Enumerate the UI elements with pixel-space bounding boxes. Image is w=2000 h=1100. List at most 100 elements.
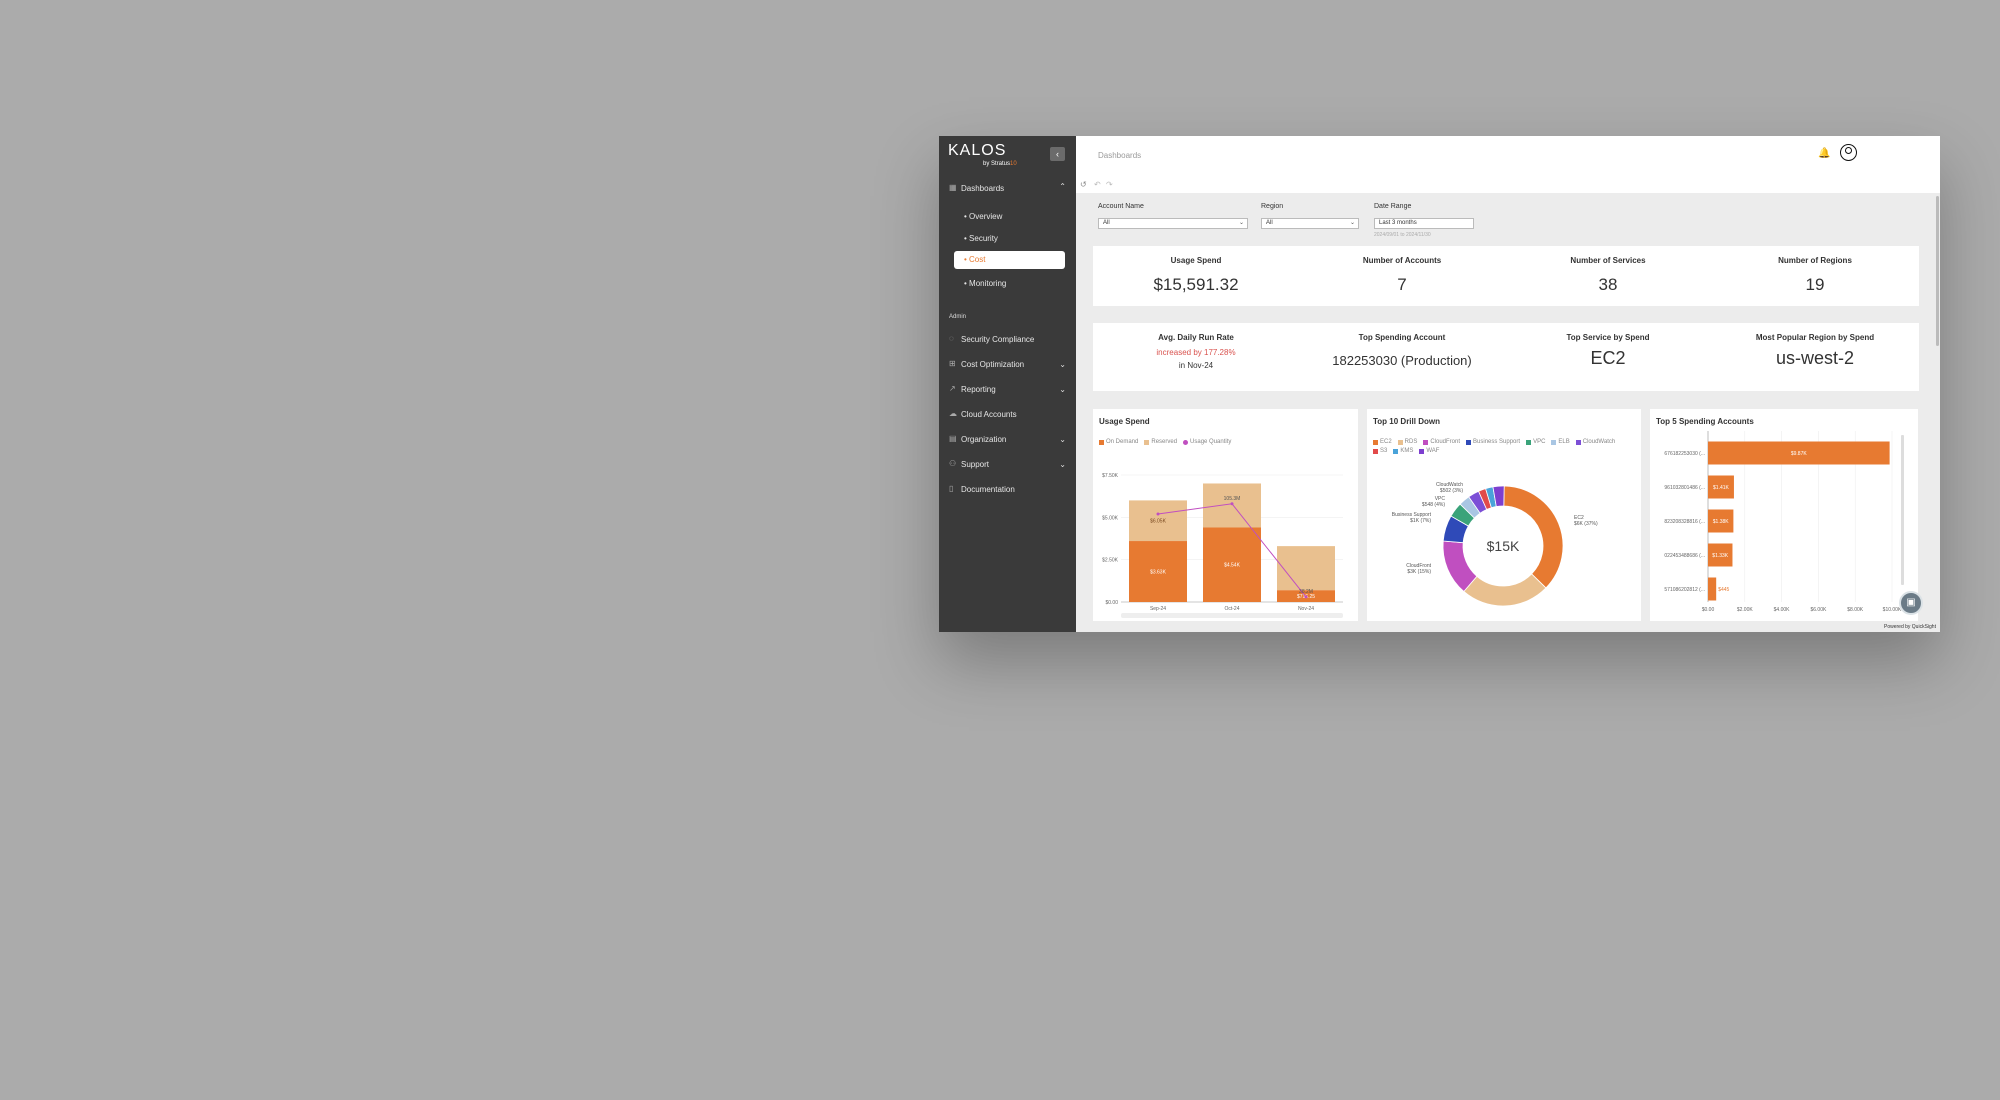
breadcrumb: Dashboards xyxy=(1098,151,1142,160)
shield-icon: ◌ xyxy=(949,334,954,343)
kpi-row-1: Usage Spend $15,591.32 Number of Account… xyxy=(1093,246,1919,306)
sidebar-subitem-cost[interactable]: • Cost xyxy=(954,251,1065,269)
y-tick-label: $2.50K xyxy=(1102,558,1119,564)
sidebar-item-cloud-accounts[interactable]: ☁ Cloud Accounts xyxy=(949,408,1017,420)
chevron-down-icon: ⌄ xyxy=(1238,220,1244,226)
line-data-label: 105.3M xyxy=(1224,496,1241,502)
chart-scrollbar xyxy=(1121,613,1343,618)
top-bar: Dashboards 🔔 xyxy=(1076,136,1940,193)
chevron-down-icon[interactable]: ⌄ xyxy=(1059,360,1066,369)
user-avatar-icon[interactable] xyxy=(1840,144,1857,161)
donut-center-label: $15K xyxy=(1487,538,1520,554)
chevron-down-icon[interactable]: ⌄ xyxy=(1059,435,1066,444)
x-tick-label: Sep-24 xyxy=(1150,606,1166,612)
usage-spend-chart: $0.00 $2.50K $5.00K $7.50K $3.63K $6.05K Sep-2… xyxy=(1102,473,1343,618)
x-tick-label: $4.00K xyxy=(1774,607,1791,613)
kpi-number-of-regions: Number of Regions 19 xyxy=(1778,256,1852,294)
bar-reserved xyxy=(1277,546,1335,591)
line-data-label: 38.2M xyxy=(1299,589,1313,595)
y-tick-label: $5.00K xyxy=(1102,515,1119,521)
kpi-top-service: Top Service by Spend EC2 xyxy=(1566,333,1650,368)
region-filter-select[interactable]: All ⌄ xyxy=(1261,218,1359,229)
bar-data-label: $445 xyxy=(1718,587,1729,593)
bar-data-label: $9.87K xyxy=(1791,451,1808,457)
page-scrollbar[interactable] xyxy=(1936,196,1939,346)
sidebar-item-organization[interactable]: ▤ Organization xyxy=(949,433,1006,445)
sidebar-item-security-compliance[interactable]: ◌ Security Compliance xyxy=(949,333,1034,345)
sidebar-item-support[interactable]: ⚇ Support xyxy=(949,458,989,470)
sidebar-subitem-security[interactable]: • Security xyxy=(964,234,998,243)
bar-data-label: $1.38K xyxy=(1713,519,1730,525)
admin-section-label: Admin xyxy=(949,314,967,320)
sidebar-item-reporting[interactable]: ↗ Reporting xyxy=(949,383,996,395)
drill-down-donut-chart: $15KEC2$6K (37%)CloudFront$3K (15%)Busin… xyxy=(1392,482,1598,607)
bar-data-label: $1.41K xyxy=(1713,485,1730,491)
chevron-down-icon[interactable]: ⌄ xyxy=(1059,460,1066,469)
callout-cloudwatch: $502 (3%) xyxy=(1440,488,1463,494)
cloud-icon: ☁ xyxy=(949,409,957,418)
y-tick-label: 676182253030 (... xyxy=(1664,451,1705,457)
run-rate-period: in Nov-24 xyxy=(1178,361,1214,370)
chat-icon[interactable]: ▣ xyxy=(1899,591,1923,615)
doc-icon: ▯ xyxy=(949,484,954,493)
chart-icon: ↗ xyxy=(949,384,956,393)
sidebar-collapse-button[interactable]: ‹ xyxy=(1050,147,1065,161)
tag-icon: ⊞ xyxy=(949,359,956,368)
account-filter-select[interactable]: All ⌄ xyxy=(1098,218,1248,229)
sidebar-subitem-overview[interactable]: • Overview xyxy=(964,212,1002,221)
callout-ec2: $6K (37%) xyxy=(1574,521,1598,527)
kpi-top-region: Most Popular Region by Spend us-west-2 xyxy=(1755,333,1875,368)
app-window: KALOS by Stratus10 ‹ ▦ Dashboards ⌃ • Ov… xyxy=(939,136,1940,632)
date-filter-label: Date Range xyxy=(1374,203,1412,210)
top-accounts-panel: Top 5 Spending Accounts $0.00 $2.00K $4.00… xyxy=(1650,409,1918,621)
bar-data-label: $6.05K xyxy=(1150,519,1167,525)
people-icon: ⚇ xyxy=(949,459,957,468)
usage-quantity-point xyxy=(1304,595,1308,599)
chevron-up-icon[interactable]: ⌃ xyxy=(1059,182,1066,191)
reset-icon[interactable]: ↺ xyxy=(1080,180,1087,189)
x-tick-label: Nov-24 xyxy=(1298,606,1314,612)
kpi-number-of-services: Number of Services 38 xyxy=(1570,256,1646,294)
x-tick-label: $6.00K xyxy=(1810,607,1827,613)
dashboard-icon: ▦ xyxy=(949,183,957,192)
chevron-down-icon[interactable]: ⌄ xyxy=(1059,385,1066,394)
y-tick-label: 961032801486 (... xyxy=(1664,485,1705,491)
account-bar xyxy=(1708,577,1717,601)
callout-vpc: $548 (4%) xyxy=(1422,502,1445,508)
bell-icon[interactable]: 🔔 xyxy=(1818,148,1830,159)
donut-slice-rds xyxy=(1463,573,1547,607)
chevron-down-icon: ⌄ xyxy=(1349,220,1355,226)
panel-scrollbar xyxy=(1901,435,1904,585)
x-tick-label: $2.00K xyxy=(1737,607,1754,613)
top-accounts-chart: $0.00 $2.00K $4.00K $6.00K $8.00K $10.00K6761… xyxy=(1664,431,1904,613)
sidebar-item-dashboards[interactable]: ▦ Dashboards xyxy=(949,182,1004,194)
bar-data-label: $1.33K xyxy=(1712,553,1729,559)
account-filter-label: Account Name xyxy=(1098,203,1144,210)
bar-data-label: $3.63K xyxy=(1150,570,1167,576)
kpi-avg-daily-run-rate: Avg. Daily Run Rate increased by 177.28%… xyxy=(1093,323,1299,391)
sidebar-subitem-monitoring[interactable]: • Monitoring xyxy=(964,279,1006,288)
bar-data-label: $4.54K xyxy=(1224,563,1241,569)
usage-quantity-point xyxy=(1156,512,1160,516)
x-tick-label: $0.00 xyxy=(1702,607,1715,613)
kpi-number-of-accounts: Number of Accounts 7 xyxy=(1362,256,1442,294)
y-tick-label: $7.50K xyxy=(1102,473,1119,479)
x-tick-label: $8.00K xyxy=(1847,607,1864,613)
drill-down-panel: Top 10 Drill Down EC2 RDS CloudFront Busine… xyxy=(1367,409,1641,621)
date-range-input[interactable]: Last 3 months xyxy=(1374,218,1474,229)
redo-icon[interactable]: ↷ xyxy=(1106,180,1113,189)
sidebar-item-documentation[interactable]: ▯ Documentation xyxy=(949,483,1015,495)
region-filter-label: Region xyxy=(1261,203,1284,210)
undo-icon[interactable]: ↶ xyxy=(1094,180,1101,189)
y-tick-label: $0.00 xyxy=(1105,600,1118,606)
sidebar: KALOS by Stratus10 ‹ ▦ Dashboards ⌃ • Ov… xyxy=(939,136,1076,632)
sidebar-item-cost-optimization[interactable]: ⊞ Cost Optimization xyxy=(949,358,1024,370)
chevron-left-icon: ‹ xyxy=(1056,149,1059,159)
donut-slice-ec2 xyxy=(1503,485,1564,589)
run-rate-change: increased by 177.28% xyxy=(1156,348,1236,357)
usage-quantity-point xyxy=(1230,502,1234,506)
kalos-logo: KALOS by Stratus10 xyxy=(948,142,1017,167)
powered-by-label: Powered by QuickSight xyxy=(1884,624,1936,630)
main-content: Dashboards 🔔 ↺ ↶ ↷ Account Name All ⌄ Reg… xyxy=(1076,136,1940,632)
y-tick-label: 823208328816 (... xyxy=(1664,519,1705,525)
